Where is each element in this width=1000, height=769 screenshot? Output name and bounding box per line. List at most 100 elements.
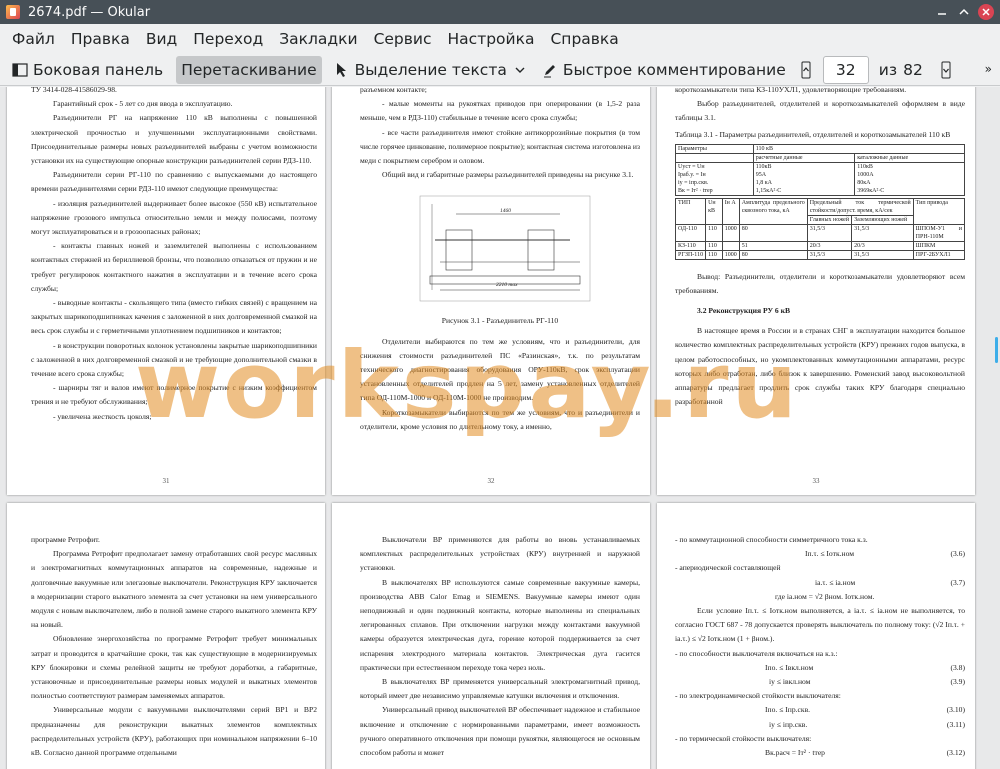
page-31-text: ТУ 3414-028-41586029-98. Гарантийный сро…: [31, 87, 317, 424]
formula-text: - по термической стойкости выключателя:: [675, 733, 812, 743]
menu-settings[interactable]: Настройка: [440, 24, 543, 54]
table-cell: ПРГ-2БУХЛ1: [912, 249, 966, 260]
table-cell: 95А: [755, 171, 767, 178]
sidebar-icon: [11, 61, 29, 79]
p33-para: В настоящее время в России и в странах С…: [675, 326, 965, 407]
drag-mode-button[interactable]: Перетаскивание: [176, 55, 322, 84]
formula-expr: iа.τ. ≤ iа.ном: [815, 577, 856, 587]
previous-page-icon[interactable]: [797, 61, 815, 79]
formula-line: Вк.расч = Iт² · tтер (3.12): [675, 746, 965, 760]
maximize-icon[interactable]: [956, 4, 972, 20]
page-34: программе Ретрофит. Программа Ретрофит п…: [7, 503, 325, 769]
formula-expr: Iп.τ. ≤ Iотк.ном: [805, 549, 855, 559]
close-icon[interactable]: [978, 4, 994, 20]
p36-para: Если условие Iп.τ. ≤ Iотк.ном выполняетс…: [675, 606, 965, 644]
table-row: КЗ-110 110 51 20/3 20/3 ШПКМ: [674, 240, 966, 251]
minimize-icon[interactable]: [934, 4, 950, 20]
p31-para: - изоляция разъединителей выдерживает бо…: [31, 198, 317, 237]
table-header: Заземляющих ножей: [851, 214, 914, 225]
table-header: Амплитуда предельного сквозного тока, кА: [738, 197, 808, 225]
table-cell: 1,15кА²·С: [755, 187, 782, 194]
page-36-text: - по коммутационной способности симметри…: [675, 533, 965, 760]
formula-number: (3.6): [950, 549, 965, 559]
chevron-down-icon[interactable]: [515, 66, 525, 74]
window-controls: [934, 4, 994, 20]
menu-tools[interactable]: Сервис: [366, 24, 440, 54]
table-header: Uн кВ: [705, 197, 723, 225]
p31-para: Разъединители РГ на напряжение 110 кВ вы…: [31, 113, 317, 166]
params-table: Параметры 110 кВ расчетные данные катало…: [675, 143, 966, 196]
page-total-label: 82: [903, 60, 923, 79]
document-view[interactable]: ТУ 3414-028-41586029-98. Гарантийный сро…: [0, 87, 1000, 769]
menu-help[interactable]: Справка: [542, 24, 626, 54]
p31-para: - в конструкции поворотных колонок устан…: [31, 340, 317, 379]
p31-para: Гарантийный срок - 5 лет со дня ввода в …: [53, 99, 233, 109]
p31-para: - выводные контакты - скользящего типа (…: [31, 298, 317, 336]
table-cell: 80кА: [857, 179, 871, 186]
toolbar-overflow-icon[interactable]: »: [985, 62, 992, 76]
main-toolbar: Боковая панель Перетаскивание Выделение …: [0, 54, 1000, 86]
table-cell: ОД-110: [674, 223, 707, 242]
table-cell: 31,5/3: [806, 249, 853, 260]
menu-edit[interactable]: Правка: [63, 24, 138, 54]
page-number-input[interactable]: 32: [822, 55, 869, 84]
menu-go[interactable]: Переход: [185, 24, 271, 54]
vertical-scrollbar[interactable]: [992, 87, 1000, 769]
formula-line: Iпо. ≤ Iпр.скв. (3.10): [675, 703, 965, 717]
table-cell: 1000: [721, 249, 740, 260]
page-36: - по коммутационной способности симметри…: [657, 503, 975, 769]
table-cell: 3969кА²·С: [857, 187, 885, 194]
table-cell: 51: [738, 240, 808, 251]
table-cell: 31,5/3: [851, 249, 914, 260]
table-cell: 110 кВ: [752, 143, 966, 154]
table-cell: 80: [738, 223, 808, 242]
p31-para: - увеличена жесткость цоколя;: [53, 411, 152, 421]
okular-app-icon: [6, 5, 20, 19]
window-title: 2674.pdf — Okular: [28, 4, 151, 20]
formula-text: - по электродинамической стойкости выклю…: [675, 691, 841, 701]
table-cell: Iраб.у. = Iн: [678, 171, 706, 178]
pen-icon: [541, 61, 559, 79]
page-32-text: разъемном контакте; - малые моменты на р…: [360, 87, 640, 434]
table-header: Главных ножей: [806, 214, 853, 225]
next-page-icon[interactable]: [937, 61, 955, 79]
p32-para: Короткозамыкатели выбираются по тем же у…: [360, 407, 640, 431]
p35-para: Универсальный привод выключателей ВР обе…: [360, 705, 640, 758]
formula-line: где iа.ном = √2 βном. Iотк.ном.: [675, 590, 965, 604]
page-number: 33: [812, 477, 820, 485]
page-of-label: из: [878, 60, 898, 79]
table-cell: ШПКМ: [912, 240, 966, 251]
figure-caption: Рисунок 3.1 - Разъединитель РГ-110: [441, 316, 559, 326]
cursor-icon: [333, 61, 351, 79]
drag-mode-label: Перетаскивание: [181, 60, 317, 79]
table-row: ОД-110 110 1000 80 31,5/3 31,5/3 ШПОМ-У1…: [674, 223, 966, 242]
p33-para: Выбор разъединителей, отделителей и коро…: [675, 99, 965, 123]
page-number: 31: [162, 477, 170, 485]
table-cell: КЗ-110: [674, 240, 707, 251]
table-cell: 20/3: [806, 240, 853, 251]
p33-para: Вывод: Разъединители, отделители и корот…: [675, 271, 965, 295]
page-35-text: Выключатели ВР применяются для работы во…: [360, 533, 640, 760]
menu-view[interactable]: Вид: [138, 24, 185, 54]
p31-para: - шарниры тяг и валов имеют полимерное п…: [31, 383, 317, 407]
formula-expr: Iпо. ≤ Iпр.скв.: [765, 705, 811, 715]
table-cell: 31,5/3: [851, 223, 914, 242]
menu-file[interactable]: Файл: [4, 24, 63, 54]
table-cell: iу = iпр.скв.: [678, 179, 709, 186]
p32-para: - все части разъединителя имеют стойкие …: [360, 127, 640, 166]
text-select-button[interactable]: Выделение текста: [328, 56, 530, 84]
table-cell: 31,5/3: [806, 223, 853, 242]
quick-annotate-button[interactable]: Быстрое комментирование: [536, 56, 791, 84]
table-header: Iн А: [721, 197, 740, 225]
scrollbar-thumb[interactable]: [995, 337, 998, 363]
p34-para: Обновление энергохозяйства по программе …: [31, 634, 317, 701]
table-header: Предельный ток термической стойкости/доп…: [806, 197, 914, 216]
title-bar: 2674.pdf — Okular: [0, 0, 1000, 24]
p31-para: Разъединители серии РГ-110 по сравнению …: [31, 170, 317, 194]
formula-number: (3.7): [950, 577, 965, 587]
p34-para: Программа Ретрофит предполагает замену о…: [31, 549, 317, 630]
menu-bookmarks[interactable]: Закладки: [271, 24, 365, 54]
sidebar-label: Боковая панель: [33, 60, 164, 79]
table-cell: 110: [705, 240, 723, 251]
sidebar-button[interactable]: Боковая панель: [6, 56, 168, 84]
